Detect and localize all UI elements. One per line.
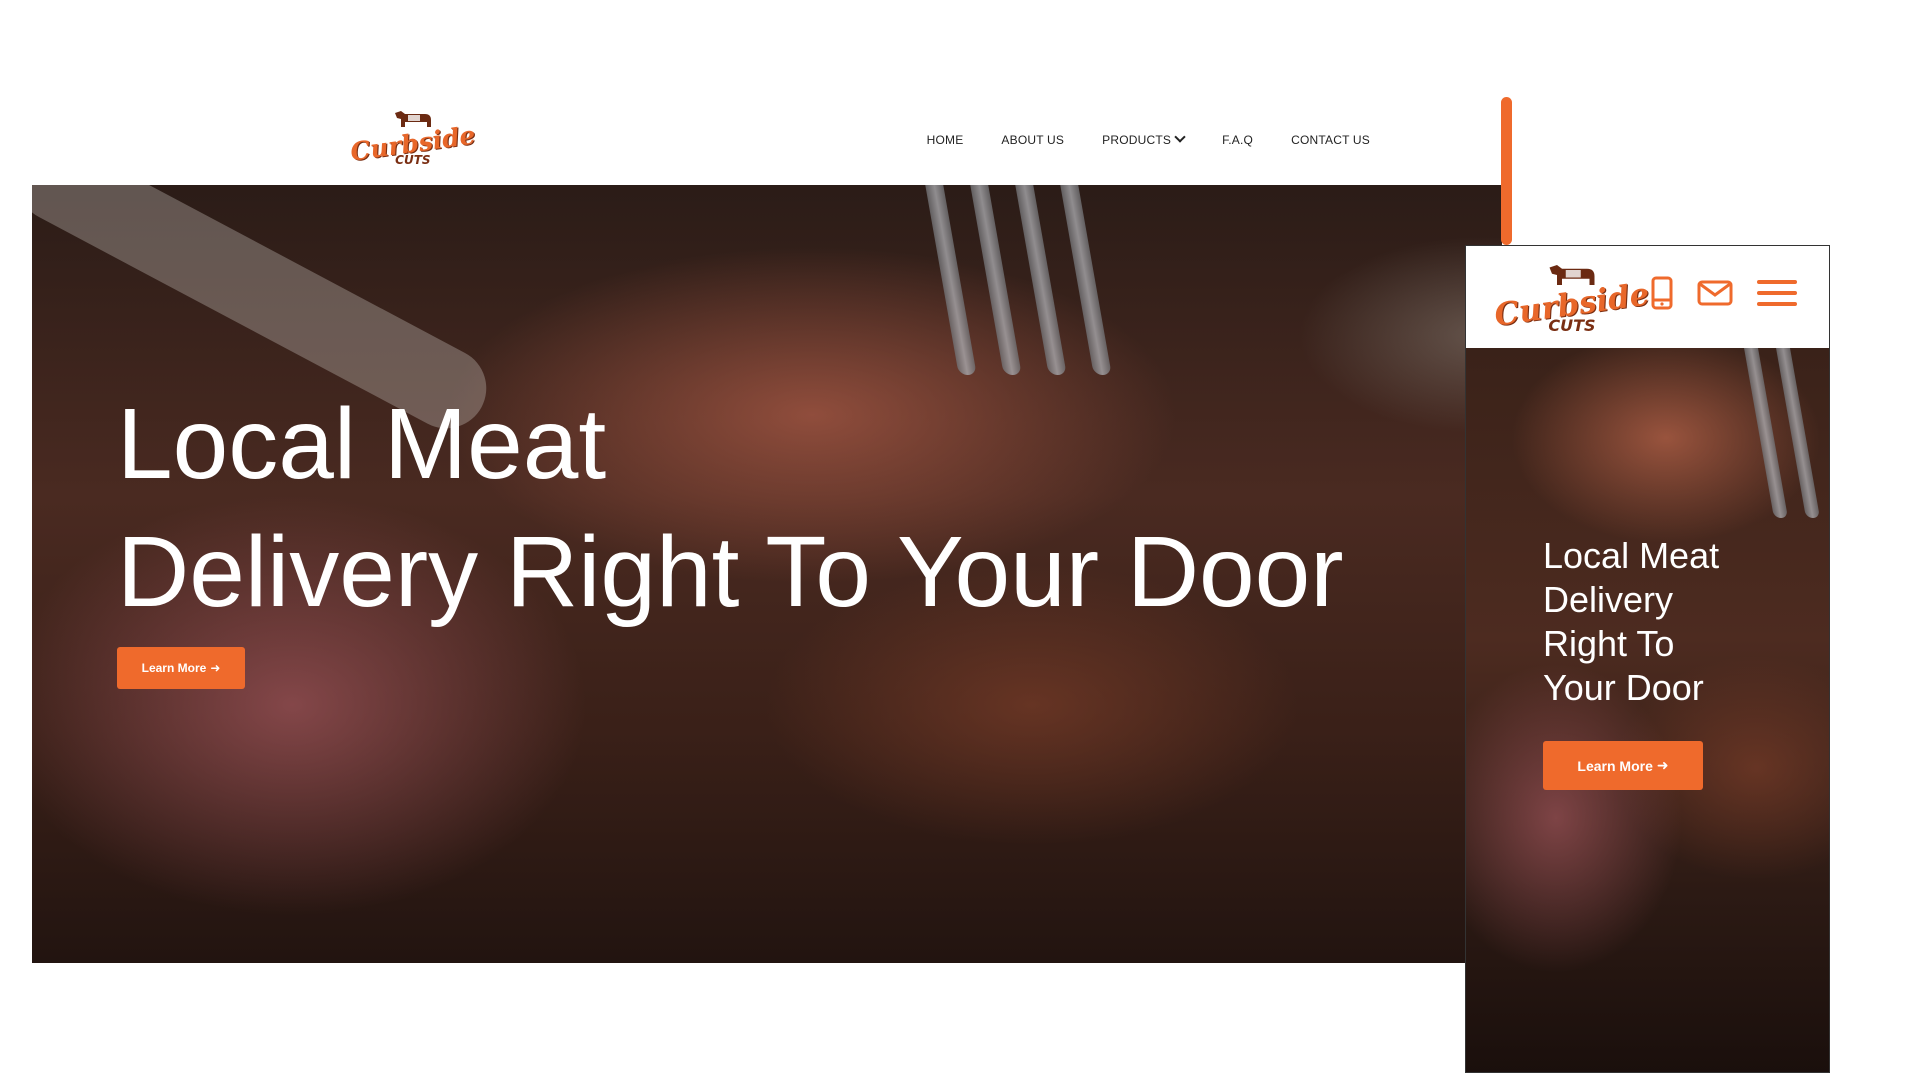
- nav-item-about-us[interactable]: ABOUT US: [1001, 133, 1064, 147]
- hero-title: Local Meat Delivery Right To Your Door: [117, 380, 1344, 636]
- brand-logo[interactable]: Curbside CUTS: [349, 107, 477, 167]
- nav-item-contact-us[interactable]: CONTACT US: [1291, 133, 1370, 147]
- hero-title-line1: Local Meat: [117, 388, 607, 500]
- mobile-hero-title: Local Meat Delivery Right To Your Door: [1543, 534, 1719, 710]
- mobile-header-icons: [1651, 276, 1797, 310]
- desktop-hero: Local Meat Delivery Right To Your Door L…: [32, 185, 1502, 963]
- desktop-header: Curbside CUTS HOME ABOUT US PRODUCTS F.A…: [32, 95, 1502, 185]
- mobile-hero-line4: Your Door: [1543, 667, 1704, 708]
- accent-divider: [1501, 97, 1512, 245]
- mobile-hero-line2: Delivery: [1543, 579, 1674, 620]
- hero-title-line2: Delivery Right To Your Door: [117, 516, 1344, 628]
- nav-item-home[interactable]: HOME: [927, 133, 964, 147]
- mobile-hero-line3: Right To: [1543, 623, 1675, 664]
- nav-item-faq[interactable]: F.A.Q: [1222, 133, 1253, 147]
- mobile-hero-line1: Local Meat: [1543, 535, 1720, 576]
- arrow-right-icon: ➜: [1656, 757, 1669, 773]
- main-nav: HOME ABOUT US PRODUCTS F.A.Q CONTACT US: [927, 131, 1370, 147]
- mail-icon[interactable]: [1697, 280, 1733, 306]
- mobile-learn-more-button[interactable]: Learn More ➜: [1543, 741, 1703, 790]
- nav-item-products[interactable]: PRODUCTS: [1102, 131, 1186, 147]
- mobile-learn-more-label: Learn More: [1577, 757, 1653, 774]
- mobile-brand-logo[interactable]: Curbside CUTS: [1492, 260, 1652, 334]
- mobile-mockup: Curbside CUTS Local Meat Delivery Right …: [1465, 245, 1830, 1073]
- chevron-down-icon: [1174, 131, 1186, 143]
- nav-item-products-label: PRODUCTS: [1102, 133, 1172, 147]
- learn-more-label: Learn More: [141, 661, 207, 675]
- phone-icon[interactable]: [1651, 276, 1673, 310]
- fork-decoration: [925, 185, 1112, 375]
- hamburger-menu-icon[interactable]: [1757, 279, 1797, 307]
- mobile-hero: Local Meat Delivery Right To Your Door L…: [1466, 348, 1829, 1072]
- fork-decoration: [1744, 348, 1829, 518]
- learn-more-button[interactable]: Learn More ➜: [117, 647, 245, 689]
- arrow-right-icon: ➜: [210, 661, 221, 675]
- mobile-header: Curbside CUTS: [1466, 246, 1829, 348]
